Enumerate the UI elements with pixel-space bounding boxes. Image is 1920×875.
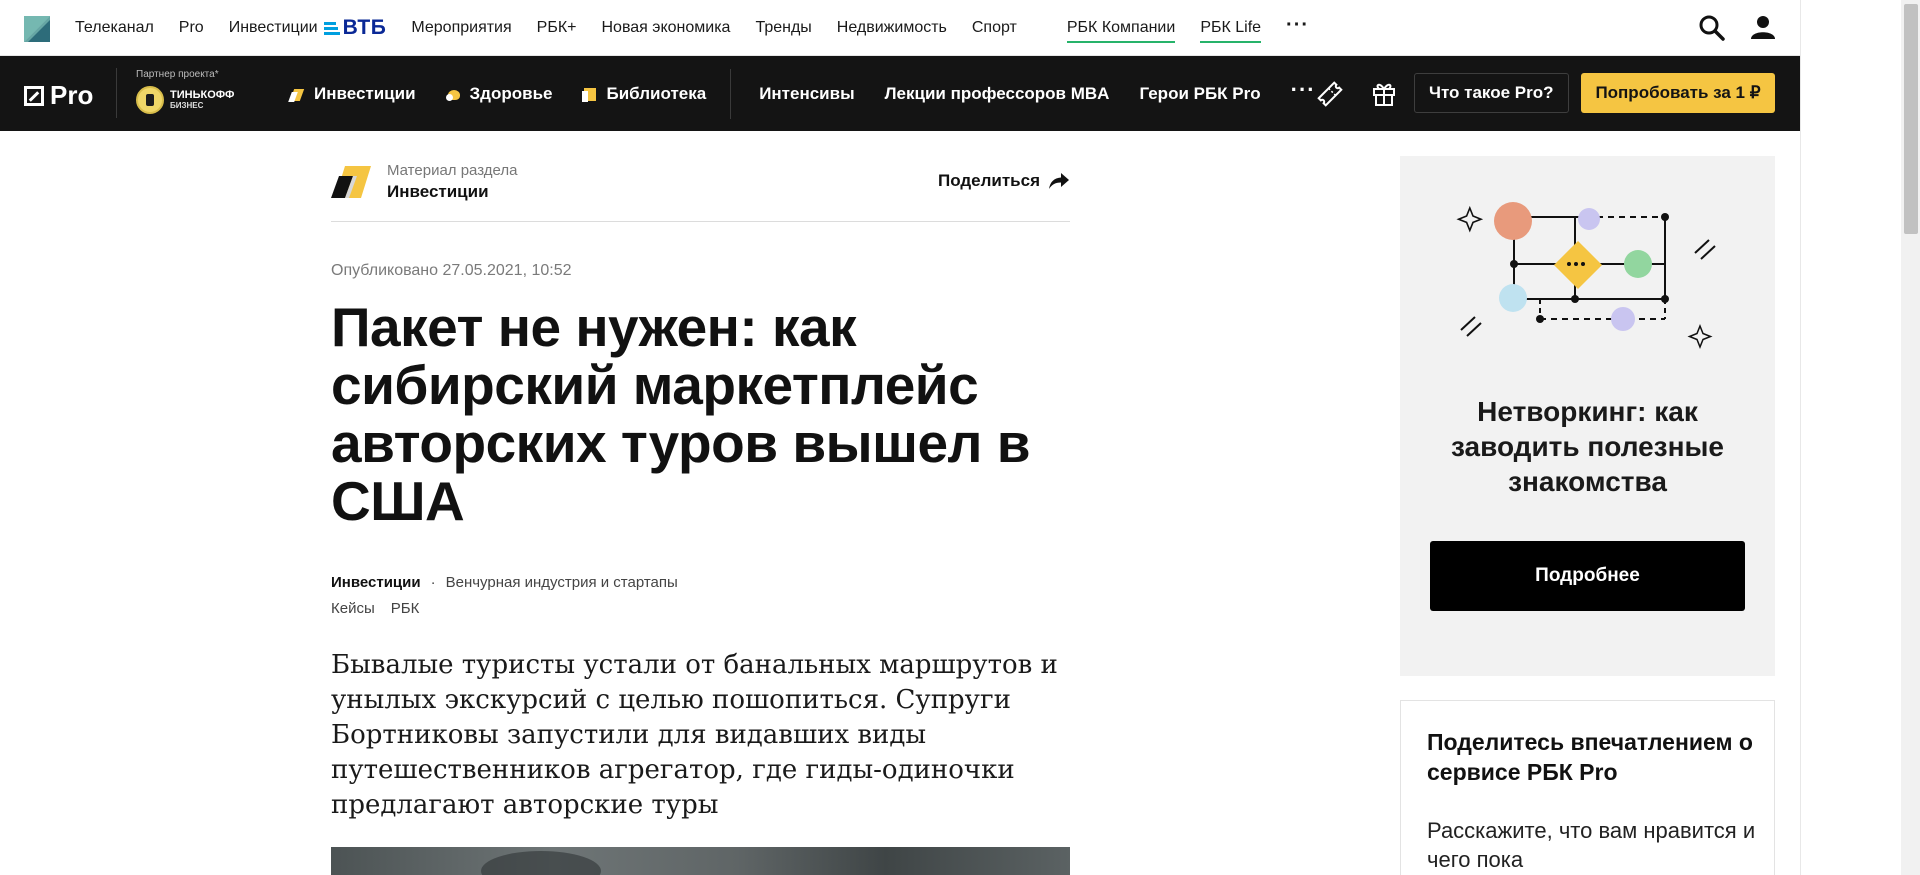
- top-nav-links: Телеканал Pro Инвестиции ВТБ Мероприятия…: [75, 0, 1334, 56]
- pro-nav-investments-label: Инвестиции: [314, 83, 416, 103]
- feedback-text: Расскажите, что вам нравится и чего пока: [1427, 818, 1756, 872]
- pro-logo-icon: [24, 85, 44, 106]
- article-rubrics: Инвестиции · Венчурная индустрия и старт…: [331, 574, 678, 591]
- feedback-card[interactable]: Поделитесь впечатлением о сервисе РБК Pr…: [1400, 700, 1775, 875]
- pro-nav-investments[interactable]: Инвестиции: [290, 84, 416, 104]
- section-logo-icon[interactable]: [331, 162, 371, 202]
- partner-label: Партнер проекта*: [136, 69, 219, 80]
- health-icon: [445, 86, 462, 102]
- share-label: Поделиться: [937, 171, 1040, 190]
- user-icon[interactable]: [1749, 13, 1777, 41]
- try-for-1-ruble-button[interactable]: Попробовать за 1 ₽: [1581, 73, 1775, 113]
- rbc-logo-icon[interactable]: [24, 16, 50, 42]
- section-label: Материал раздела: [387, 162, 518, 179]
- nav-item-rbc-companies[interactable]: РБК Компании: [1066, 19, 1176, 43]
- promo-title: Нетворкинг: как заводить полезные знаком…: [1450, 396, 1724, 497]
- what-is-pro-button[interactable]: Что такое Pro?: [1414, 73, 1569, 113]
- tag-cases[interactable]: Кейсы: [331, 600, 375, 617]
- pro-navigation: Pro Партнер проекта* ТИНЬКОФФ БИЗНЕС Инв…: [0, 56, 1800, 131]
- nav-item-new-economy[interactable]: Новая экономика: [602, 19, 731, 37]
- promo-card: Нетворкинг: как заводить полезные знаком…: [1400, 156, 1775, 676]
- pro-nav-health-label: Здоровье: [469, 83, 553, 103]
- nav-item-realty[interactable]: Недвижимость: [837, 19, 947, 37]
- investments-icon: [290, 86, 306, 102]
- article-title: Пакет не нужен: как сибирский маркетплей…: [331, 296, 1031, 532]
- publish-date: Опубликовано 27.05.2021, 10:52: [331, 262, 572, 279]
- nav-item-investments[interactable]: Инвестиции ВТБ: [229, 16, 387, 40]
- share-arrow-icon: [1049, 173, 1069, 189]
- pro-nav-links: Инвестиции Здоровье Библиотека Интенсивы…: [290, 56, 1320, 131]
- divider: [116, 68, 117, 118]
- ticket-icon[interactable]: [1316, 80, 1344, 108]
- pro-nav-heroes[interactable]: Герои РБК Pro: [1139, 84, 1260, 104]
- tag-rbc[interactable]: РБК: [391, 600, 420, 617]
- partner-block[interactable]: Партнер проекта* ТИНЬКОФФ БИЗНЕС: [136, 69, 234, 114]
- tinkoff-logo: ТИНЬКОФФ БИЗНЕС: [136, 86, 234, 114]
- pro-nav-mba-lectures[interactable]: Лекции профессоров MBA: [885, 84, 1110, 104]
- top-navigation: Телеканал Pro Инвестиции ВТБ Мероприятия…: [0, 0, 1800, 56]
- promo-more-button[interactable]: Подробнее: [1430, 541, 1745, 611]
- nav-item-pro[interactable]: Pro: [179, 19, 204, 37]
- pro-nav-library[interactable]: Библиотека: [582, 84, 706, 104]
- nav-item-telekanal[interactable]: Телеканал: [75, 19, 154, 37]
- nav-more-button[interactable]: ···: [1286, 14, 1309, 37]
- vtb-lines-icon: [323, 20, 340, 37]
- nav-item-investments-label: Инвестиции: [228, 19, 318, 36]
- pro-nav-health[interactable]: Здоровье: [445, 83, 553, 104]
- network-illustration-icon: [1456, 202, 1716, 350]
- scrollbar-thumb[interactable]: [1904, 4, 1918, 234]
- tinkoff-shield-icon: [136, 86, 164, 114]
- pro-logo[interactable]: Pro: [24, 80, 93, 111]
- pro-logo-text: Pro: [50, 80, 94, 110]
- pro-nav-intensives[interactable]: Интенсивы: [759, 84, 854, 104]
- article-section-header: Материал раздела Инвестиции Поделиться: [331, 156, 1070, 222]
- nav-item-sport[interactable]: Спорт: [972, 19, 1017, 37]
- rubric-sub[interactable]: Венчурная индустрия и стартапы: [446, 574, 678, 591]
- vtb-logo-text: ВТБ: [342, 16, 387, 39]
- gift-icon[interactable]: [1370, 79, 1398, 107]
- article-lead: Бывалые туристы устали от банальных марш…: [331, 650, 1058, 820]
- article-photo: [331, 847, 1070, 875]
- divider: [730, 68, 732, 119]
- vtb-logo: ВТБ: [323, 16, 387, 40]
- feedback-title: Поделитесь впечатлением о сервисе РБК Pr…: [1427, 729, 1753, 785]
- nav-item-rbc-plus[interactable]: РБК+: [537, 19, 577, 37]
- pro-nav-more-button[interactable]: ···: [1291, 77, 1316, 103]
- share-button[interactable]: Поделиться: [938, 171, 1070, 191]
- library-icon: [582, 86, 598, 102]
- section-name[interactable]: Инвестиции: [387, 182, 489, 202]
- nav-item-events[interactable]: Мероприятия: [411, 19, 511, 37]
- partner-sub: БИЗНЕС: [170, 101, 204, 110]
- page-gutter: [1800, 0, 1920, 875]
- nav-item-trends[interactable]: Тренды: [755, 19, 811, 37]
- partner-name: ТИНЬКОФФ: [170, 89, 235, 101]
- pro-nav-library-label: Библиотека: [606, 83, 707, 103]
- rubric-main[interactable]: Инвестиции: [331, 574, 421, 591]
- rubric-separator: ·: [430, 574, 436, 591]
- nav-item-rbc-life[interactable]: РБК Life: [1200, 19, 1262, 43]
- article-tags: Кейсы РБК: [331, 600, 435, 617]
- search-icon[interactable]: [1698, 14, 1726, 42]
